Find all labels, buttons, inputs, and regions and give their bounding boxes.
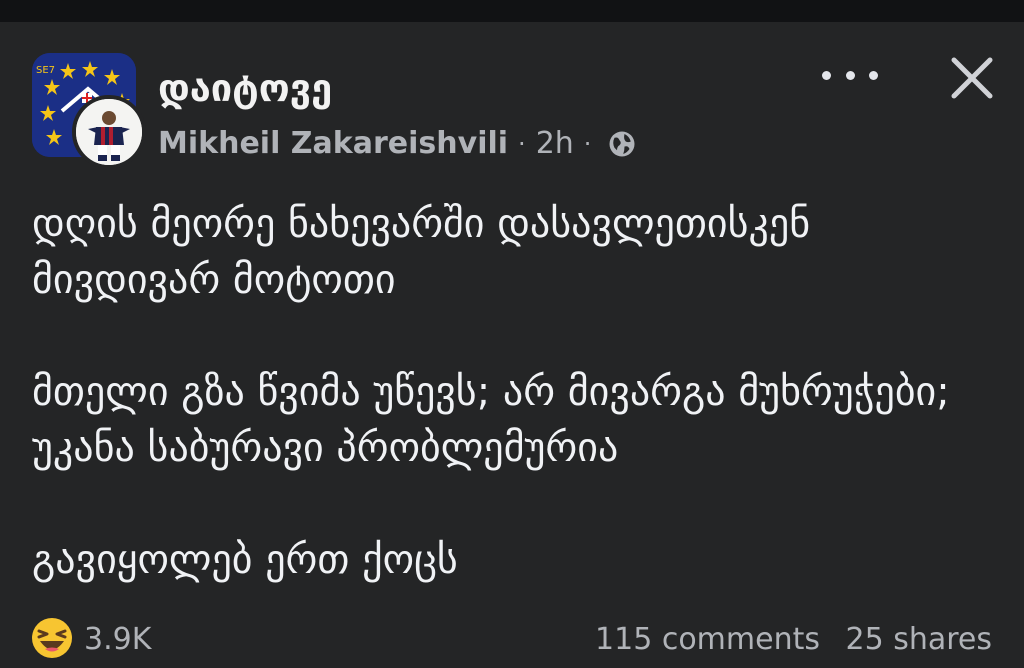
- more-dot: [822, 70, 831, 80]
- top-bar: [0, 0, 1024, 22]
- post-timestamp[interactable]: 2h: [536, 126, 574, 161]
- more-dot: [845, 70, 855, 80]
- author-avatar-image: [76, 99, 142, 165]
- meta-separator: ·: [518, 129, 526, 158]
- author-avatar[interactable]: [72, 95, 146, 169]
- post-paragraph: დღის მეორე ნახევარში დასავლეთისკენ მივდი…: [32, 201, 811, 303]
- more-options-icon[interactable]: [822, 58, 878, 92]
- group-name-link[interactable]: დაიტოვე: [158, 66, 332, 110]
- post-paragraph: გავიყოლებ ერთ ქოცს: [32, 537, 458, 583]
- author-name-link[interactable]: Mikheil Zakareishvili: [158, 126, 508, 161]
- more-dot: [869, 70, 878, 80]
- shares-count-link[interactable]: 25 shares: [846, 622, 993, 657]
- post-paragraph: მთელი გზა წვიმა უწევს; არ მივარგა მუხრუჭ…: [32, 369, 950, 471]
- post-body: დღის მეორე ნახევარში დასავლეთისკენ მივდი…: [32, 196, 992, 588]
- close-icon[interactable]: [944, 50, 1000, 106]
- globe-icon: [609, 131, 635, 156]
- post-meta: Mikheil Zakareishvili · 2h ·: [158, 126, 637, 161]
- laughing-emoji-icon[interactable]: [30, 616, 74, 660]
- post-footer: 3.9K 115 comments 25 shares: [0, 606, 1024, 666]
- reaction-count[interactable]: 3.9K: [84, 622, 151, 657]
- meta-separator-2: ·: [583, 129, 592, 158]
- avatar-badge-text: SE7: [36, 65, 55, 76]
- comments-count-link[interactable]: 115 comments: [595, 622, 820, 657]
